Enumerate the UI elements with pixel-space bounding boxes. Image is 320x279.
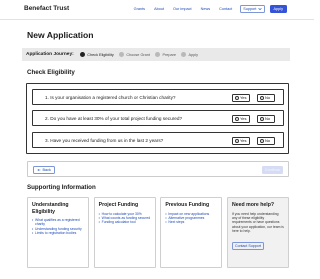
card-link[interactable]: Next steps — [165, 220, 217, 225]
supporting-info-heading: Supporting Information — [27, 184, 96, 191]
question-text: 2. Do you have at least 30% of your tota… — [45, 115, 183, 121]
arrow-left-icon — [37, 168, 41, 172]
yes-label: Yes — [240, 116, 247, 122]
card-link-list: What qualifies as a registered charity U… — [32, 218, 84, 236]
yes-option[interactable]: Yes — [232, 93, 250, 102]
step-indicator-active — [79, 51, 86, 58]
no-option[interactable]: No — [257, 136, 275, 145]
help-text: If you need help understanding any of th… — [231, 211, 284, 234]
support-dropdown[interactable]: Support — [240, 5, 265, 13]
journey-step-choose-grant: Choose Grant — [118, 51, 150, 58]
eligibility-heading: Check Eligibility — [27, 69, 75, 76]
card-title: Project Funding — [98, 202, 139, 208]
step-label: Apply — [188, 52, 198, 57]
yes-label: Yes — [240, 95, 247, 101]
info-card-previous-funding: Previous Funding Impact on new applicati… — [160, 197, 223, 268]
question-text: 1. Is your organisation a registered chu… — [45, 94, 176, 100]
main-nav: Grants About Our impact News Contact Sup… — [125, 4, 287, 14]
contact-support-button[interactable]: Contact Support — [231, 241, 264, 250]
radio-icon — [234, 138, 239, 143]
no-option[interactable]: No — [257, 114, 275, 123]
nav-link-contact[interactable]: Contact — [219, 4, 232, 14]
card-link[interactable]: Funding calculator tool — [99, 220, 151, 225]
card-link-list: Impact on new applications Alternative p… — [165, 212, 217, 226]
continue-button[interactable]: Continue — [261, 166, 283, 174]
card-title: Need more help? — [231, 202, 275, 208]
nav-link-grants[interactable]: Grants — [134, 4, 145, 14]
form-actions-bar: Back Continue — [27, 161, 289, 177]
nav-link-about[interactable]: About — [154, 4, 164, 14]
journey-step-apply: Apply — [180, 51, 198, 58]
nav-link-our-impact[interactable]: Our impact — [173, 4, 192, 14]
no-label: No — [265, 95, 271, 101]
card-link-list: How to calculate your 30% What counts as… — [99, 212, 151, 226]
page-title: New Application — [27, 30, 94, 40]
info-card-eligibility: Understanding Eligibility What qualifies… — [27, 197, 89, 268]
question-row: 2. Do you have at least 30% of your tota… — [32, 110, 284, 126]
back-label: Back — [42, 168, 51, 172]
nav-link-news[interactable]: News — [201, 4, 211, 14]
step-indicator — [180, 51, 187, 58]
supporting-cards: Understanding Eligibility What qualifies… — [27, 197, 289, 268]
help-card: Need more help? If you need help underst… — [226, 197, 289, 268]
step-indicator — [154, 51, 161, 58]
yes-option[interactable]: Yes — [232, 114, 250, 123]
radio-icon — [259, 138, 264, 143]
step-label: Choose Grant — [126, 52, 150, 57]
no-label: No — [265, 138, 271, 144]
question-text: 3. Have you received funding from us in … — [45, 137, 164, 143]
card-title: Understanding Eligibility — [32, 202, 69, 215]
question-row: 3. Have you received funding from us in … — [32, 132, 284, 148]
chevron-down-icon — [257, 7, 262, 11]
radio-icon — [259, 95, 264, 100]
no-option[interactable]: No — [257, 93, 275, 102]
journey-label: Application Journey: — [26, 52, 74, 57]
apply-button[interactable]: Apply — [269, 5, 287, 13]
journey-step-prepare: Prepare — [154, 51, 176, 58]
card-title: Previous Funding — [165, 202, 210, 208]
card-link[interactable]: Limits to registration bodies — [32, 231, 84, 236]
journey-step-check-eligibility: Check Eligibility — [79, 51, 114, 58]
radio-icon — [259, 116, 264, 121]
eligibility-questions-panel: 1. Is your organisation a registered chu… — [26, 83, 289, 154]
no-label: No — [265, 116, 271, 122]
question-row: 1. Is your organisation a registered chu… — [32, 89, 284, 105]
yes-option[interactable]: Yes — [232, 136, 250, 145]
application-journey: Application Journey: Check Eligibility C… — [22, 48, 290, 61]
step-indicator — [118, 51, 125, 58]
support-label: Support — [243, 6, 257, 11]
info-card-project-funding: Project Funding How to calculate your 30… — [93, 197, 156, 268]
card-link[interactable]: What qualifies as a registered charity — [32, 218, 84, 227]
step-label: Check Eligibility — [87, 52, 114, 57]
yes-label: Yes — [240, 138, 247, 144]
radio-icon — [234, 116, 239, 121]
step-label: Prepare — [162, 52, 176, 57]
brand-logo[interactable]: Benefact Trust — [24, 5, 69, 12]
back-button[interactable]: Back — [33, 166, 55, 174]
top-navbar: Benefact Trust Grants About Our impact N… — [0, 0, 314, 20]
radio-icon — [234, 95, 239, 100]
